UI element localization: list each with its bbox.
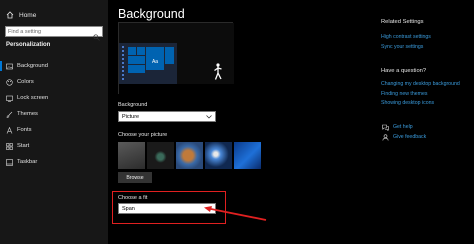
home-link[interactable]: Home [6, 9, 36, 21]
sync-settings-link[interactable]: Sync your settings [381, 44, 423, 50]
lock-screen-icon [6, 95, 13, 102]
preview-start-list [122, 46, 124, 81]
preview-sample-tile: Aa [146, 54, 164, 70]
sidebar-item-lock-screen[interactable]: Lock screen [0, 90, 108, 106]
palette-icon [6, 78, 13, 86]
annotation-arrow [204, 206, 267, 221]
sidebar-item-label: Colors [17, 79, 34, 85]
picture-thumbnail[interactable] [205, 142, 232, 169]
browse-button[interactable]: Browse [118, 172, 152, 183]
picture-thumbnail[interactable] [118, 142, 145, 169]
brush-icon [6, 111, 13, 118]
preview-figure-silhouette [214, 63, 222, 80]
home-label: Home [19, 11, 37, 19]
start-icon [6, 142, 13, 150]
high-contrast-link[interactable]: High contrast settings [381, 34, 431, 40]
help-icon [382, 124, 389, 131]
page-title: Background [118, 7, 185, 21]
sidebar-item-label: Fonts [17, 127, 32, 133]
sidebar-item-colors[interactable]: Colors [0, 74, 108, 90]
preview-taskbar [119, 84, 234, 95]
desktop-icons-link[interactable]: Showing desktop icons [381, 100, 434, 106]
background-dropdown[interactable]: Picture [118, 111, 216, 122]
related-settings-title: Related Settings [381, 19, 424, 25]
sidebar-item-label: Taskbar [17, 159, 38, 165]
preview-tile [165, 47, 174, 64]
sidebar-item-start[interactable]: Start [0, 138, 108, 154]
taskbar-icon [6, 158, 13, 166]
sidebar-item-taskbar[interactable]: Taskbar [0, 154, 108, 170]
preview-tile [128, 56, 145, 64]
sidebar-item-label: Themes [17, 111, 38, 117]
sidebar-item-themes[interactable]: Themes [0, 106, 108, 122]
feedback-icon [382, 134, 389, 141]
sidebar-item-label: Start [17, 143, 30, 149]
choose-picture-label: Choose your picture [118, 132, 168, 138]
get-help-link[interactable]: Get help [393, 124, 413, 130]
picture-thumbnail[interactable] [234, 142, 261, 169]
font-icon [6, 126, 13, 134]
preview-tile [128, 47, 136, 55]
picture-icon [6, 63, 13, 70]
search-input[interactable] [8, 27, 92, 36]
sidebar-item-label: Lock screen [17, 95, 49, 101]
preview-tile [137, 47, 145, 55]
sidebar: Home Personalization Background Colors L… [0, 0, 108, 244]
sidebar-nav: Background Colors Lock screen Themes Fon… [0, 58, 108, 170]
background-dropdown-value: Picture [122, 113, 140, 120]
desktop-preview: Aa [118, 22, 234, 95]
background-label: Background [118, 102, 148, 108]
sidebar-item-label: Background [17, 63, 48, 69]
search-box[interactable] [5, 26, 103, 41]
new-themes-link[interactable]: Finding new themes [381, 91, 427, 97]
desktop-background-help-link[interactable]: Changing my desktop background [381, 81, 460, 87]
search-icon[interactable] [93, 28, 100, 41]
chevron-down-icon [206, 115, 212, 119]
picture-thumbnails [118, 142, 261, 169]
question-title: Have a question? [381, 68, 427, 74]
sidebar-item-fonts[interactable]: Fonts [0, 122, 108, 138]
sidebar-item-background[interactable]: Background [0, 58, 108, 74]
home-icon [6, 11, 14, 19]
picture-thumbnail[interactable] [176, 142, 203, 169]
section-title: Personalization [6, 42, 51, 48]
preview-tile [128, 65, 145, 73]
picture-thumbnail[interactable] [147, 142, 174, 169]
give-feedback-link[interactable]: Give feedback [393, 134, 426, 140]
